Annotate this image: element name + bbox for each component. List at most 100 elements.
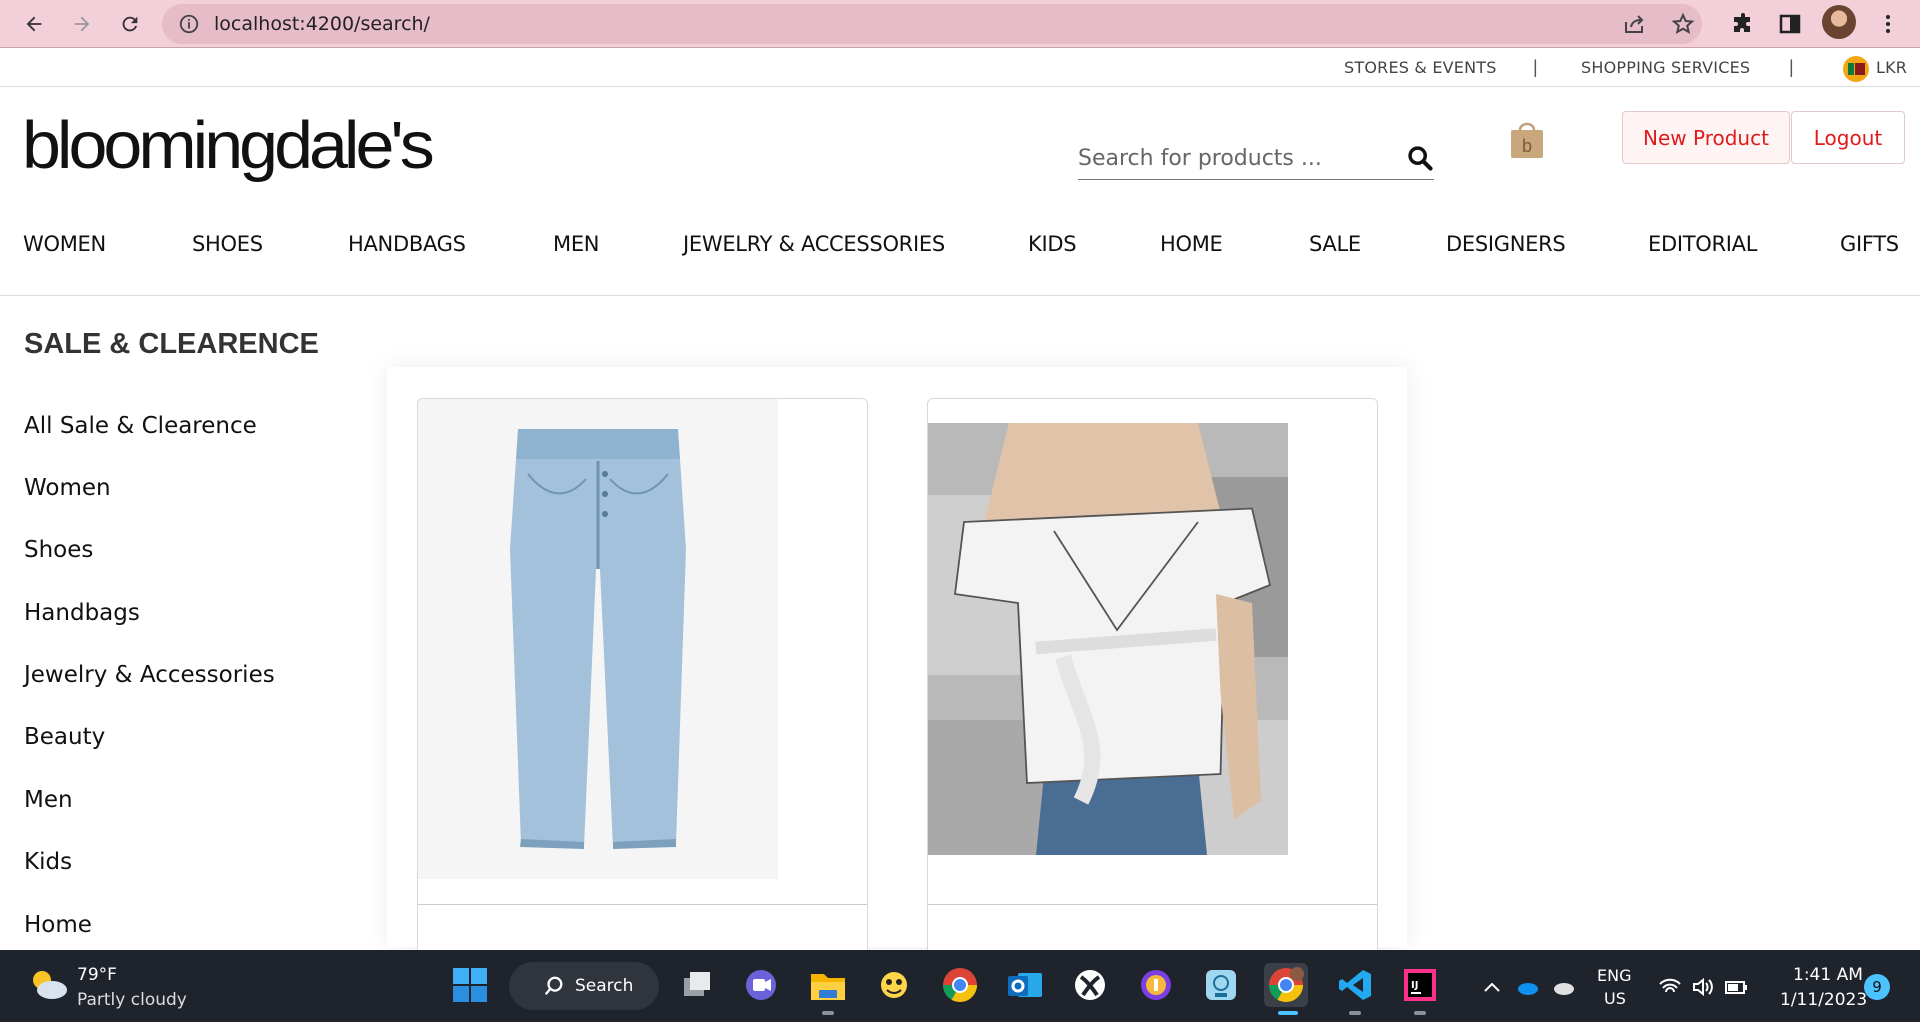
intellij-button[interactable]: IJ (1398, 963, 1442, 1007)
running-indicator (1349, 1011, 1361, 1015)
product-image-white-wrap-top[interactable] (928, 399, 1288, 879)
input-language[interactable]: ENG (1597, 966, 1631, 985)
chrome-button[interactable] (938, 963, 982, 1007)
site-info-icon[interactable] (178, 13, 200, 35)
star-icon (1671, 12, 1695, 35)
nav-handbags[interactable]: HANDBAGS (348, 232, 466, 256)
search-input[interactable] (1078, 138, 1388, 178)
chevron-up-icon[interactable] (1480, 976, 1504, 998)
sidebar-item-handbags[interactable]: Handbags (24, 600, 140, 626)
search-bar (1078, 138, 1434, 180)
forward-button[interactable] (66, 8, 98, 40)
partly-cloudy-icon[interactable] (26, 966, 70, 1002)
bookmark-button[interactable] (1669, 10, 1697, 38)
utility-separator: | (1789, 57, 1794, 77)
nav-men[interactable]: MEN (553, 232, 600, 256)
taskbar-search[interactable]: Search (509, 962, 659, 1010)
search-icon[interactable] (1406, 144, 1434, 172)
product-card[interactable] (927, 398, 1378, 958)
nav-sale[interactable]: SALE (1309, 232, 1361, 256)
vscode-icon (1339, 970, 1371, 1000)
nav-women[interactable]: WOMEN (23, 232, 106, 256)
currency-label[interactable]: LKR (1876, 58, 1907, 77)
nav-gifts[interactable]: GIFTS (1840, 232, 1899, 256)
sri-lanka-flag-icon[interactable] (1843, 56, 1869, 82)
sidebar-item-beauty[interactable]: Beauty (24, 724, 105, 750)
teams-chat-button[interactable] (739, 963, 783, 1007)
new-product-button[interactable]: New Product (1622, 111, 1790, 164)
vscode-button[interactable] (1333, 963, 1377, 1007)
active-app-indicator (1278, 1011, 1298, 1015)
photos-app-button[interactable] (1199, 963, 1243, 1007)
nav-home[interactable]: HOME (1160, 232, 1223, 256)
chrome-profile-button[interactable] (1264, 963, 1308, 1007)
share-button[interactable] (1620, 10, 1648, 38)
browser-toolbar: localhost:4200/search/ (0, 0, 1920, 48)
input-region[interactable]: US (1604, 989, 1626, 1008)
address-bar[interactable]: localhost:4200/search/ (162, 4, 1702, 44)
utility-separator: | (1533, 57, 1538, 77)
task-view-button[interactable] (675, 963, 719, 1007)
puzzle-icon (1734, 13, 1750, 32)
browser-menu-button[interactable] (1872, 8, 1904, 40)
notification-badge[interactable]: 9 (1864, 974, 1890, 1000)
privacy-app-button[interactable] (1134, 963, 1178, 1007)
nav-editorial[interactable]: EDITORIAL (1648, 232, 1757, 256)
product-card[interactable] (417, 398, 868, 958)
product-image-denim-jeans[interactable] (418, 399, 778, 879)
share-icon (1625, 15, 1644, 33)
windows-start-button[interactable] (448, 963, 492, 1007)
intellij-icon: IJ (1404, 969, 1436, 1001)
outlook-button[interactable] (1003, 963, 1047, 1007)
stores-events-link[interactable]: STORES & EVENTS (1344, 58, 1497, 77)
task-view-icon (684, 972, 710, 996)
chrome-icon (943, 968, 977, 1002)
category-nav: WOMEN SHOES HANDBAGS MEN JEWELRY & ACCES… (0, 222, 1920, 296)
nav-designers[interactable]: DESIGNERS (1446, 232, 1566, 256)
photo-app-icon (1206, 970, 1236, 1000)
weather-desc[interactable]: Partly cloudy (77, 990, 187, 1010)
side-panel-button[interactable] (1774, 8, 1806, 40)
teams-chat-icon (746, 970, 776, 1000)
shopping-bag-icon[interactable]: b (1508, 118, 1546, 160)
reload-button[interactable] (114, 8, 146, 40)
logout-button[interactable]: Logout (1791, 111, 1905, 164)
brand-logo[interactable]: bloomingdale's (22, 112, 435, 179)
sidebar-item-all-sale[interactable]: All Sale & Clearence (24, 413, 257, 439)
extensions-button[interactable] (1727, 8, 1759, 40)
nav-jewelry-accessories[interactable]: JEWELRY & ACCESSORIES (683, 232, 945, 256)
utility-bar: STORES & EVENTS | SHOPPING SERVICES | LK… (0, 49, 1920, 87)
sidebar-item-shoes[interactable]: Shoes (24, 537, 93, 563)
svg-text:IJ: IJ (1411, 980, 1418, 991)
onedrive-icon[interactable] (1515, 976, 1539, 998)
shopping-services-link[interactable]: SHOPPING SERVICES (1581, 58, 1750, 77)
sidebar-item-women[interactable]: Women (24, 475, 111, 501)
battery-icon[interactable] (1724, 976, 1748, 998)
nav-shoes[interactable]: SHOES (192, 232, 263, 256)
shield-icon (1141, 970, 1171, 1000)
profile-avatar[interactable] (1822, 5, 1856, 39)
weather-temp[interactable]: 79°F (77, 965, 117, 985)
xbox-button[interactable] (1068, 963, 1112, 1007)
url-text[interactable]: localhost:4200/search/ (214, 13, 430, 35)
sidebar-title: SALE & CLEARENCE (24, 328, 319, 360)
search-icon (544, 976, 563, 995)
wifi-icon[interactable] (1658, 976, 1682, 998)
sidebar-item-kids[interactable]: Kids (24, 849, 72, 875)
sidebar-item-home[interactable]: Home (24, 912, 92, 938)
tips-app-button[interactable] (872, 963, 916, 1007)
card-divider (928, 904, 1377, 905)
folder-icon (811, 974, 845, 1000)
back-button[interactable] (18, 8, 50, 40)
sidebar-item-jewelry-accessories[interactable]: Jewelry & Accessories (24, 662, 275, 688)
tips-app-icon (881, 972, 907, 998)
nav-kids[interactable]: KIDS (1028, 232, 1077, 256)
sidebar-item-men[interactable]: Men (24, 787, 73, 813)
clock-date[interactable]: 1/11/2023 (1780, 990, 1867, 1010)
clock-time[interactable]: 1:41 AM (1793, 965, 1863, 985)
cloud-icon[interactable] (1551, 976, 1575, 998)
file-explorer-button[interactable] (806, 963, 850, 1007)
side-panel-icon (1779, 14, 1801, 34)
volume-icon[interactable] (1691, 976, 1715, 998)
running-indicator (822, 1011, 834, 1015)
